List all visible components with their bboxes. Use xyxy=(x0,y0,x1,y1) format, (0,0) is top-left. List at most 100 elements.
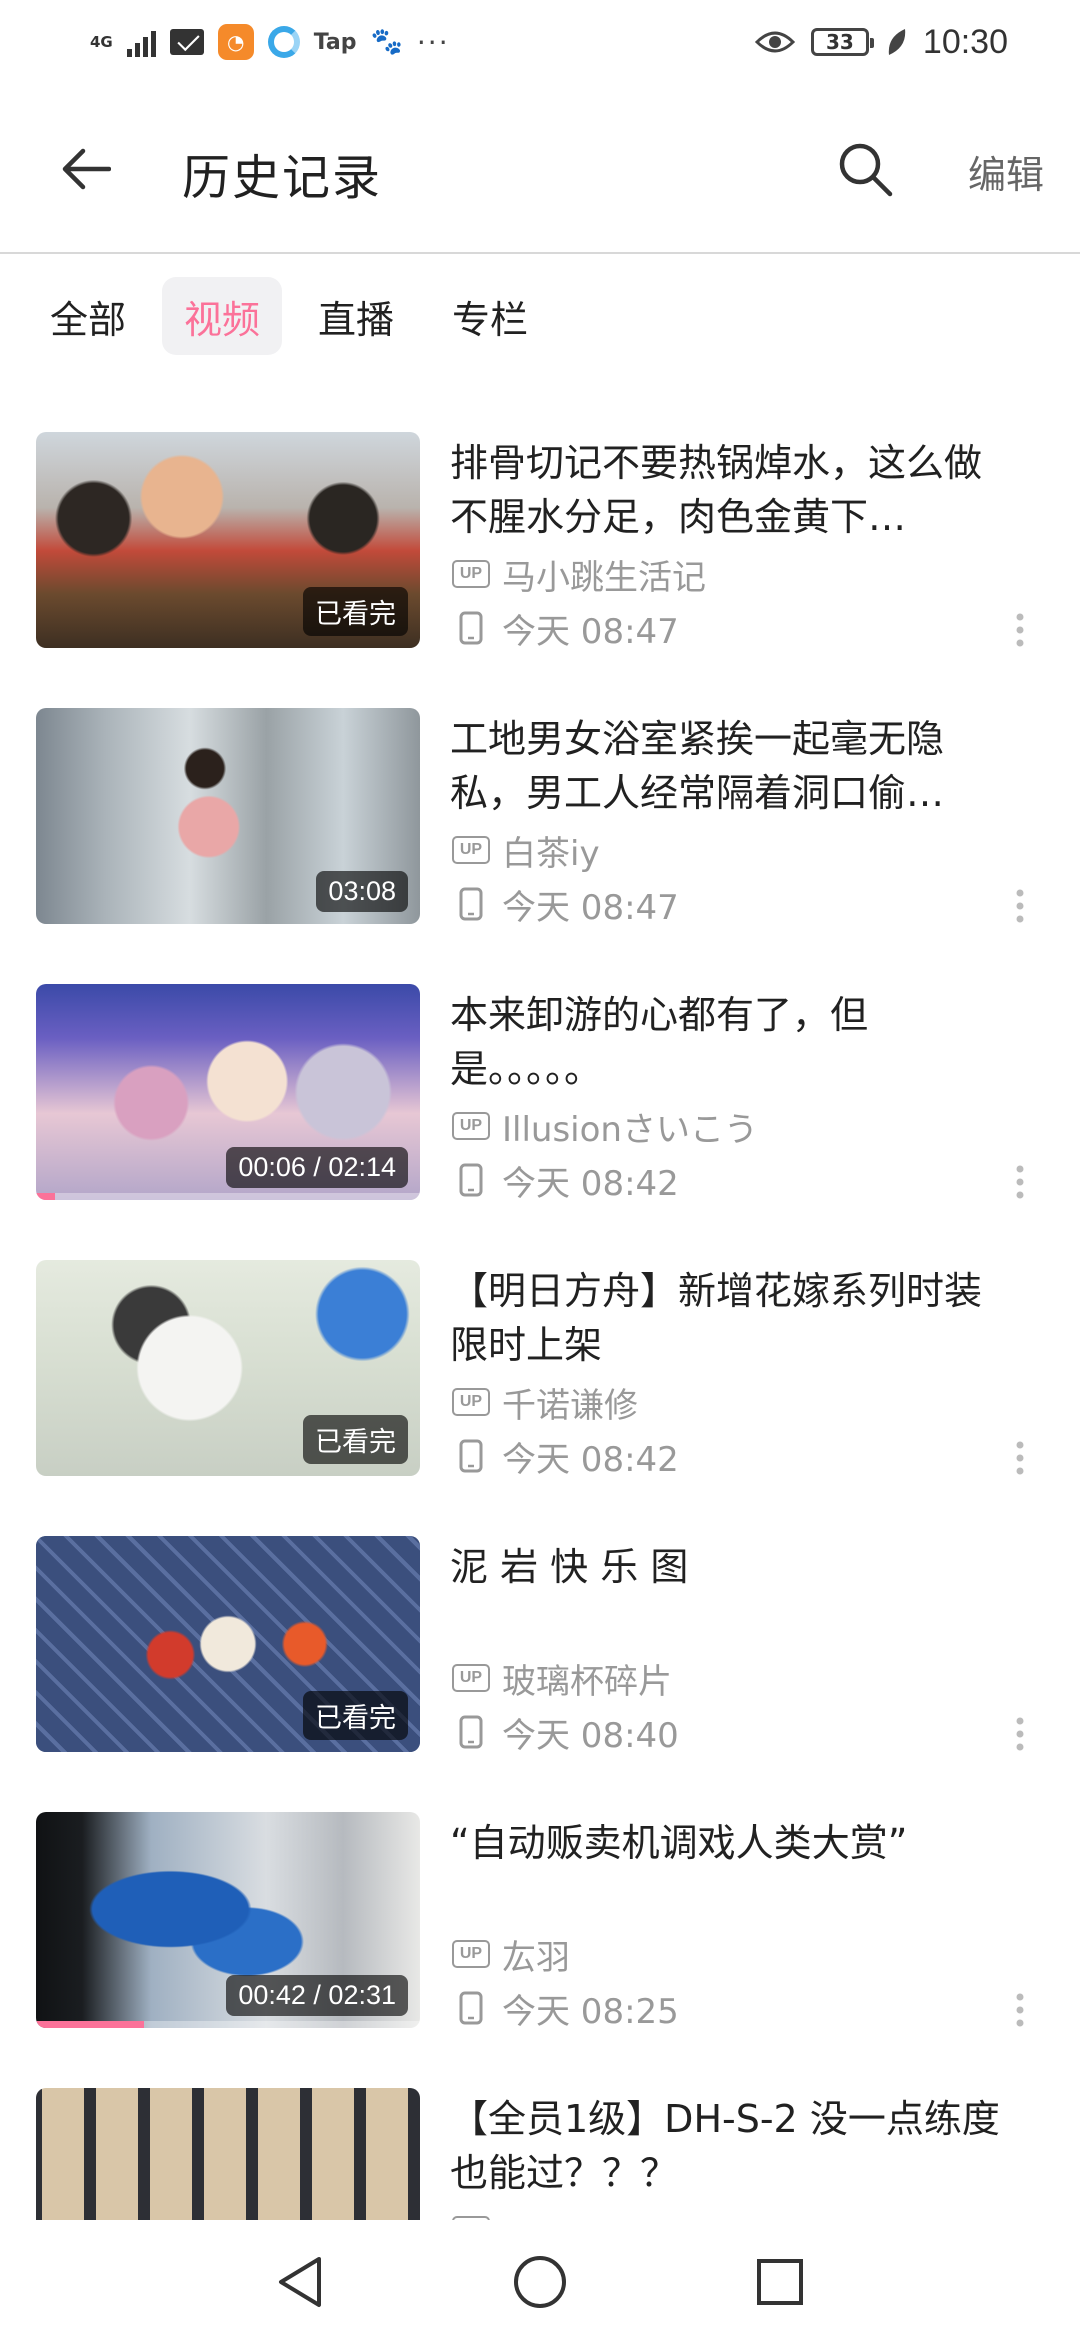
nav-recents-button[interactable] xyxy=(748,2250,812,2314)
watch-status-badge: 已看完 xyxy=(303,587,408,636)
watch-status-badge: 已看完 xyxy=(303,1415,408,1464)
system-nav-bar xyxy=(0,2220,1080,2340)
watch-time: 今天 08:47 xyxy=(502,611,679,652)
more-vertical-icon xyxy=(1016,1993,1024,2027)
author-name: Illusionさいこう xyxy=(502,1109,758,1150)
search-button[interactable] xyxy=(830,134,900,204)
video-title: 【全员1级】DH-S-2 没一点练度也能过？？？ xyxy=(450,2097,1000,2195)
phone-icon xyxy=(452,1437,490,1475)
more-options-button[interactable] xyxy=(1000,1988,1040,2032)
author-row: UP 白茶iy xyxy=(452,828,600,874)
time-row: 今天 08:40 xyxy=(452,1710,679,1756)
list-item[interactable]: 已看完 排骨切记不要热锅焯水，这么做不腥水分足，肉色金黄下… UP 马小跳生活记… xyxy=(0,432,1080,708)
page-title: 历史记录 xyxy=(182,150,383,206)
circle-home-icon xyxy=(514,2256,566,2308)
video-title: 工地男女浴室紧挨一起毫无隐私，男工人经常隔着洞口偷… xyxy=(450,717,945,815)
video-thumbnail[interactable]: 已看完 xyxy=(36,1536,420,1752)
status-bar: 4G ◔ Tap 🐾 ··· 33 10:30 xyxy=(0,0,1080,84)
author-row: UP 马小跳生活记 xyxy=(452,552,706,598)
list-item[interactable]: 03:08 工地男女浴室紧挨一起毫无隐私，男工人经常隔着洞口偷… UP 白茶iy… xyxy=(0,708,1080,984)
up-badge-icon: UP xyxy=(452,1112,490,1140)
more-options-button[interactable] xyxy=(1000,608,1040,652)
author-row: UP xyxy=(452,2208,502,2220)
time-row: 今天 08:42 xyxy=(452,1158,679,1204)
more-options-button[interactable] xyxy=(1000,884,1040,928)
more-options-button[interactable] xyxy=(1000,1436,1040,1480)
progress-track xyxy=(36,1193,420,1200)
app-notification-icon: ◔ xyxy=(217,24,254,60)
watch-progress-bar xyxy=(36,2021,144,2028)
progress-time-badge: 00:42 / 02:31 xyxy=(226,1975,408,2016)
clock: 10:30 xyxy=(922,22,1008,61)
more-vertical-icon xyxy=(1016,613,1024,647)
list-item[interactable]: 已看完 泥 岩 快 乐 图 UP 玻璃杯碎片 今天 08:40 xyxy=(0,1536,1080,1812)
history-list[interactable]: 已看完 排骨切记不要热锅焯水，这么做不腥水分足，肉色金黄下… UP 马小跳生活记… xyxy=(0,432,1080,2220)
time-row: 今天 08:47 xyxy=(452,606,679,652)
video-title: 本来卸游的心都有了，但是。。。。。 xyxy=(450,993,869,1091)
power-saving-leaf-icon xyxy=(888,29,906,55)
nav-home-button[interactable] xyxy=(508,2250,572,2314)
more-vertical-icon xyxy=(1016,1165,1024,1199)
square-recents-icon xyxy=(757,2259,803,2305)
up-badge-icon: UP xyxy=(452,1388,490,1416)
up-badge-icon: UP xyxy=(452,836,490,864)
author-name: 厷羽 xyxy=(502,1937,570,1978)
video-title: “自动贩卖机调戏人类大赏” xyxy=(450,1821,908,1865)
back-button[interactable] xyxy=(50,134,120,204)
video-thumbnail[interactable]: 00:42 / 02:31 xyxy=(36,1812,420,2028)
arrow-left-icon xyxy=(62,148,111,190)
video-thumbnail[interactable] xyxy=(36,2088,420,2220)
more-options-button[interactable] xyxy=(1000,1712,1040,1756)
watch-time: 今天 08:47 xyxy=(502,887,679,928)
list-item[interactable]: 00:42 / 02:31 “自动贩卖机调戏人类大赏” UP 厷羽 今天 08:… xyxy=(0,1812,1080,2088)
video-thumbnail[interactable]: 03:08 xyxy=(36,708,420,924)
author-row: UP 玻璃杯碎片 xyxy=(452,1656,672,1702)
video-thumbnail[interactable]: 00:06 / 02:14 xyxy=(36,984,420,1200)
tab-all[interactable]: 全部 xyxy=(28,277,148,355)
more-vertical-icon xyxy=(1016,1717,1024,1751)
tab-column[interactable]: 专栏 xyxy=(430,277,550,355)
phone-icon xyxy=(452,1989,490,2027)
browser-notification-icon xyxy=(267,26,300,58)
watch-time: 今天 08:25 xyxy=(502,1991,679,2032)
status-icons-right: 33 10:30 xyxy=(754,18,1008,66)
watch-status-badge: 已看完 xyxy=(303,1691,408,1740)
search-icon xyxy=(839,143,893,197)
video-title: 泥 岩 快 乐 图 xyxy=(450,1545,689,1589)
progress-time-badge: 00:06 / 02:14 xyxy=(226,1147,408,1188)
watch-time: 今天 08:40 xyxy=(502,1715,679,1756)
time-row: 今天 08:25 xyxy=(452,1986,679,2032)
phone-icon xyxy=(452,885,490,923)
nav-back-button[interactable] xyxy=(268,2250,332,2314)
duration-badge: 03:08 xyxy=(316,871,408,912)
triangle-back-icon xyxy=(279,2257,321,2307)
network-indicator: 4G xyxy=(90,34,113,50)
author-row: UP 厷羽 xyxy=(452,1932,570,1978)
video-thumbnail[interactable]: 已看完 xyxy=(36,432,420,648)
author-name: 马小跳生活记 xyxy=(502,557,706,598)
battery-icon: 33 xyxy=(810,28,874,56)
list-item[interactable]: 00:06 / 02:14 本来卸游的心都有了，但是。。。。。 UP Illus… xyxy=(0,984,1080,1260)
more-options-button[interactable] xyxy=(1000,1160,1040,1204)
edit-button[interactable]: 编辑 xyxy=(968,144,1044,199)
more-vertical-icon xyxy=(1016,1441,1024,1475)
video-thumbnail[interactable]: 已看完 xyxy=(36,1260,420,1476)
author-name: 千诺谦修 xyxy=(502,1385,638,1426)
author-row: UP 千诺谦修 xyxy=(452,1380,638,1426)
phone-icon xyxy=(452,1161,490,1199)
tab-live[interactable]: 直播 xyxy=(296,277,416,355)
more-notifications-icon: ··· xyxy=(416,25,450,59)
battery-level: 33 xyxy=(825,30,854,54)
author-name: 玻璃杯碎片 xyxy=(502,1661,672,1702)
mail-icon xyxy=(169,29,204,55)
tab-video[interactable]: 视频 xyxy=(162,277,283,355)
filter-tabs: 全部 视频 直播 专栏 xyxy=(28,276,550,356)
paw-notification-icon: 🐾 xyxy=(370,27,403,57)
list-item[interactable]: 已看完 【明日方舟】新增花嫁系列时装限时上架 UP 千诺谦修 今天 08:42 xyxy=(0,1260,1080,1536)
tap-notification-icon: Tap xyxy=(313,29,357,55)
phone-icon xyxy=(452,609,490,647)
status-icons-left: 4G ◔ Tap 🐾 ··· xyxy=(90,20,450,64)
list-item[interactable]: 【全员1级】DH-S-2 没一点练度也能过？？？ UP xyxy=(0,2088,1080,2220)
up-badge-icon: UP xyxy=(452,560,490,588)
video-title: 【明日方舟】新增花嫁系列时装限时上架 xyxy=(450,1269,983,1367)
